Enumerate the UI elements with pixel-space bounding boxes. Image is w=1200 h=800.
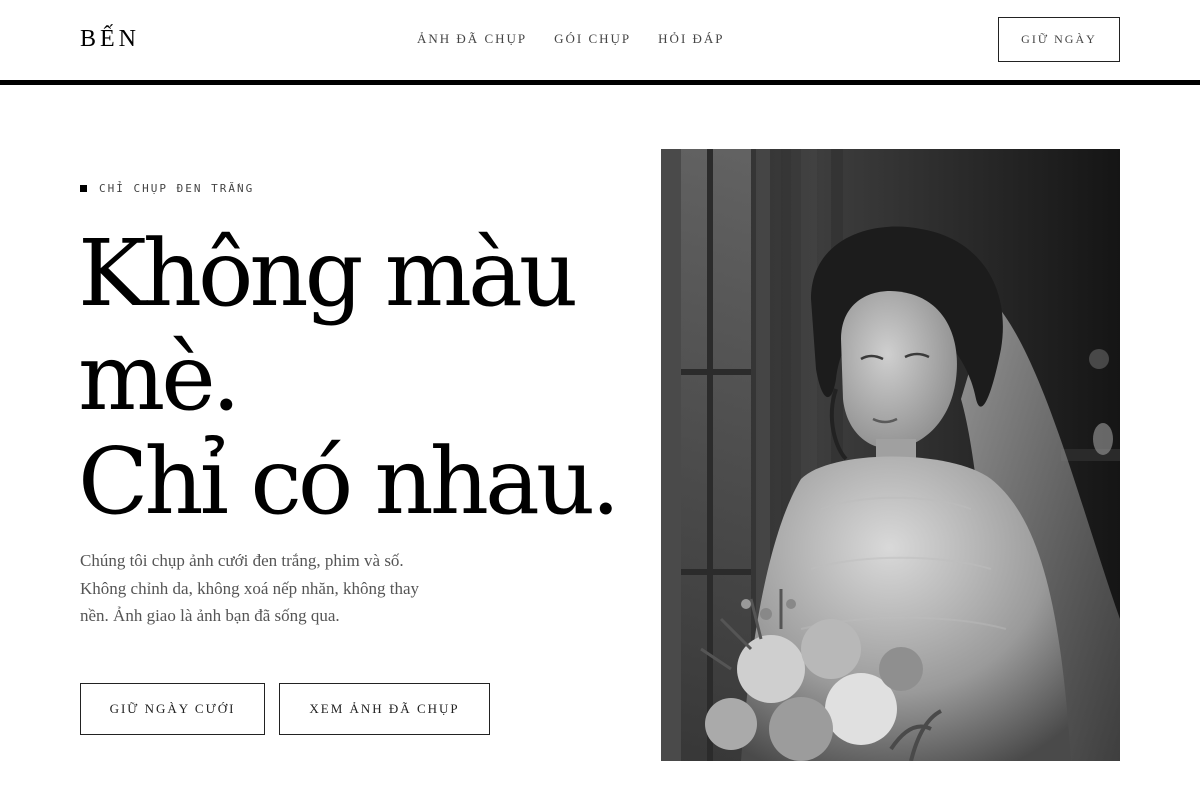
headline-line-1: Không màu <box>78 220 578 327</box>
eyebrow: CHỈ CHỤP ĐEN TRẮNG <box>80 182 254 195</box>
site-header: BẾN ẢNH ĐÃ CHỤP GÓI CHỤP HỎI ĐÁP GIỮ NGÀ… <box>0 0 1200 80</box>
headline-line-3: Chỉ có nhau. <box>78 428 620 535</box>
view-photos-button[interactable]: XEM ẢNH ĐÃ CHỤP <box>279 683 490 735</box>
site-logo[interactable]: BẾN <box>80 26 140 53</box>
header-book-date-button[interactable]: GIỮ NGÀY <box>998 17 1120 62</box>
headline-line-2: mè. <box>78 324 241 431</box>
bride-portrait-illustration <box>661 149 1120 761</box>
eyebrow-text: CHỈ CHỤP ĐEN TRẮNG <box>99 182 255 195</box>
nav-link-photos[interactable]: ẢNH ĐÃ CHỤP <box>417 31 527 47</box>
bride-portrait-photo <box>661 149 1120 761</box>
nav-link-faq[interactable]: HỎI ĐÁP <box>658 31 724 47</box>
header-divider <box>0 80 1200 85</box>
hero-lead-paragraph: Chúng tôi chụp ảnh cưới đen trắng, phim … <box>80 551 419 625</box>
hero-headline: Không màu mè. Chỉ có nhau. <box>78 222 638 534</box>
square-bullet-icon <box>80 185 87 192</box>
book-wedding-date-button[interactable]: GIỮ NGÀY CƯỚI <box>80 683 265 735</box>
nav-link-packages[interactable]: GÓI CHỤP <box>554 31 631 47</box>
main-nav: ẢNH ĐÃ CHỤP GÓI CHỤP HỎI ĐÁP <box>417 31 725 47</box>
